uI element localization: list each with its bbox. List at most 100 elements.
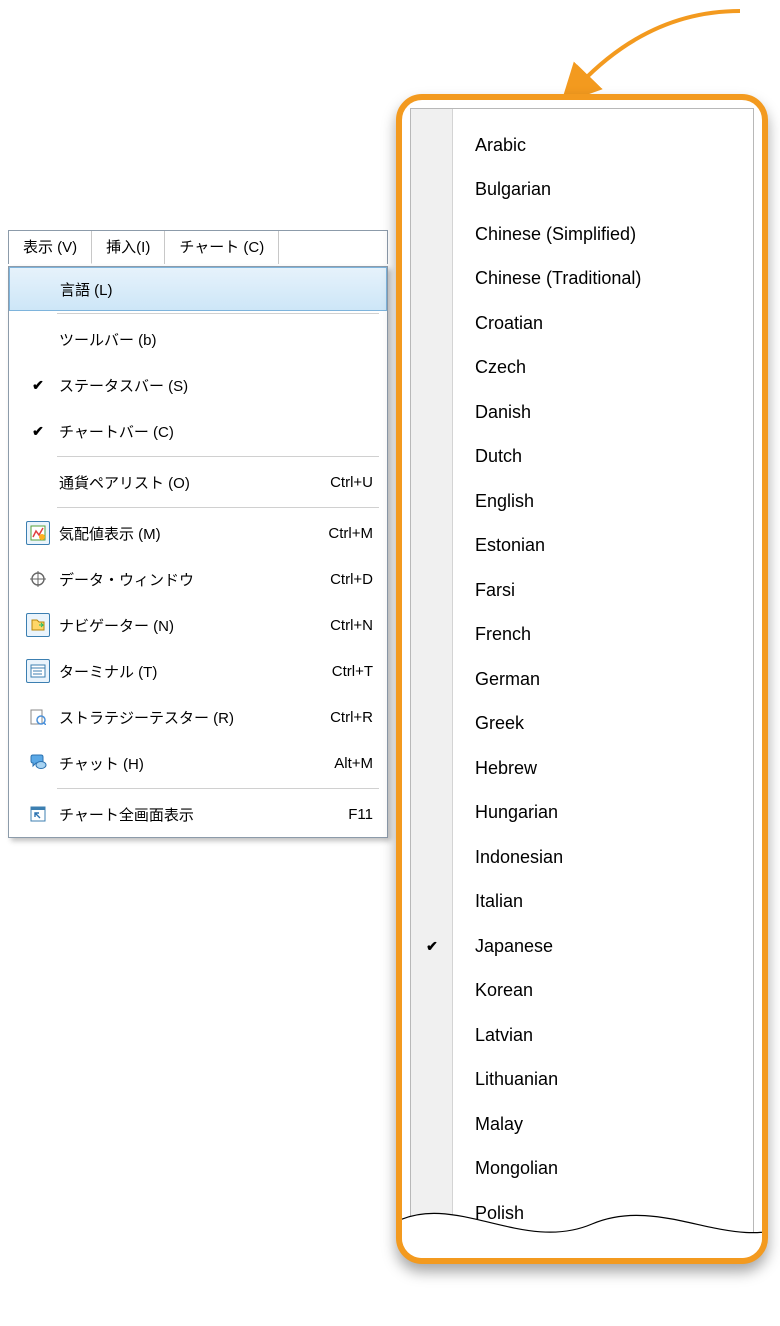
menu-item-label: チャット (H) <box>55 753 334 774</box>
language-name: French <box>453 624 531 645</box>
language-item[interactable]: Lithuanian <box>411 1058 753 1103</box>
language-item[interactable]: German <box>411 657 753 702</box>
language-item[interactable]: Indonesian <box>411 835 753 880</box>
language-item[interactable]: English <box>411 479 753 524</box>
menu-item[interactable]: 言語 (L) <box>9 267 387 311</box>
language-name: Arabic <box>453 135 526 156</box>
language-item[interactable]: Chinese (Simplified) <box>411 212 753 257</box>
language-item[interactable]: French <box>411 613 753 658</box>
menu-item[interactable]: ターミナル (T)Ctrl+T <box>9 648 387 694</box>
menu-tab-view[interactable]: 表示 (V) <box>9 231 92 264</box>
language-item[interactable]: Korean <box>411 969 753 1014</box>
menu-tab-chart[interactable]: チャート (C) <box>165 231 279 264</box>
menu-item[interactable]: ✔ステータスバー (S) <box>9 362 387 408</box>
language-name: Farsi <box>453 580 515 601</box>
language-name: Korean <box>453 980 533 1001</box>
menu-separator <box>57 788 379 789</box>
menu-item[interactable]: 気配値表示 (M)Ctrl+M <box>9 510 387 556</box>
language-item[interactable]: ✔Japanese <box>411 924 753 969</box>
menu-item-label: 気配値表示 (M) <box>55 523 328 544</box>
menu-tab-insert[interactable]: 挿入(I) <box>92 231 165 264</box>
menu-item-shortcut: Ctrl+T <box>332 663 375 680</box>
menu-item-label: データ・ウィンドウ <box>55 569 330 590</box>
menu-item-shortcut: Ctrl+N <box>330 617 375 634</box>
menu-item-shortcut: Ctrl+D <box>330 571 375 588</box>
menu-item[interactable]: データ・ウィンドウCtrl+D <box>9 556 387 602</box>
check-icon: ✔ <box>21 377 55 394</box>
menu-separator <box>57 456 379 457</box>
language-item[interactable]: Bulgarian <box>411 168 753 213</box>
language-item[interactable]: Danish <box>411 390 753 435</box>
language-name: Estonian <box>453 535 545 556</box>
menu-item-label: ナビゲーター (N) <box>55 615 330 636</box>
language-name: Czech <box>453 357 526 378</box>
language-name: Chinese (Traditional) <box>453 268 641 289</box>
menu-item-shortcut: Ctrl+R <box>330 709 375 726</box>
language-name: Indonesian <box>453 847 563 868</box>
language-item[interactable]: Latvian <box>411 1013 753 1058</box>
menu-item-shortcut: Ctrl+U <box>330 474 375 491</box>
language-item[interactable]: Malay <box>411 1102 753 1147</box>
menu-item[interactable]: ストラテジーテスター (R)Ctrl+R <box>9 694 387 740</box>
menu-item[interactable]: ✔チャートバー (C) <box>9 408 387 454</box>
language-item[interactable]: Greek <box>411 702 753 747</box>
language-name: German <box>453 669 540 690</box>
language-item[interactable]: Croatian <box>411 301 753 346</box>
language-name: Lithuanian <box>453 1069 558 1090</box>
terminal-icon <box>21 659 55 683</box>
menu-item[interactable]: 通貨ペアリスト (O)Ctrl+U <box>9 459 387 505</box>
menu-item-label: ストラテジーテスター (R) <box>55 707 330 728</box>
menu-item-shortcut: Ctrl+M <box>328 525 375 542</box>
view-menu-dropdown: 言語 (L)ツールバー (b)✔ステータスバー (S)✔チャートバー (C)通貨… <box>8 266 388 838</box>
menu-item-shortcut: Alt+M <box>334 755 375 772</box>
language-item[interactable]: Mongolian <box>411 1147 753 1192</box>
language-item[interactable]: Polish <box>411 1191 753 1236</box>
language-name: English <box>453 491 534 512</box>
menu-item-label: チャート全画面表示 <box>55 804 348 825</box>
language-name: Dutch <box>453 446 522 467</box>
language-name: Mongolian <box>453 1158 558 1179</box>
menu-item-label: ターミナル (T) <box>55 661 332 682</box>
menu-item-label: ステータスバー (S) <box>55 375 373 396</box>
strategy-tester-icon <box>21 705 55 729</box>
navigator-icon <box>21 613 55 637</box>
language-name: Croatian <box>453 313 543 334</box>
menu-item-label: 通貨ペアリスト (O) <box>55 472 330 493</box>
market-watch-icon <box>21 521 55 545</box>
language-item[interactable]: Farsi <box>411 568 753 613</box>
fullscreen-icon <box>21 802 55 826</box>
menu-item[interactable]: ツールバー (b) <box>9 316 387 362</box>
language-item[interactable]: Italian <box>411 880 753 925</box>
language-item[interactable]: Hebrew <box>411 746 753 791</box>
menu-item-label: ツールバー (b) <box>55 329 373 350</box>
language-name: Bulgarian <box>453 179 551 200</box>
language-name: Italian <box>453 891 523 912</box>
language-name: Chinese (Simplified) <box>453 224 636 245</box>
callout-arrow-icon <box>540 6 750 101</box>
language-item[interactable]: Dutch <box>411 435 753 480</box>
menu-item[interactable]: ナビゲーター (N)Ctrl+N <box>9 602 387 648</box>
language-item[interactable]: Czech <box>411 346 753 391</box>
menu-item-label: 言語 (L) <box>56 279 372 300</box>
menu-separator <box>57 507 379 508</box>
language-submenu: Arabic Bulgarian Chinese (Simplified) Chine… <box>396 94 768 1264</box>
language-item[interactable]: Estonian <box>411 524 753 569</box>
menu-item[interactable]: チャット (H)Alt+M <box>9 740 387 786</box>
language-name: Polish <box>453 1203 524 1224</box>
language-name: Greek <box>453 713 524 734</box>
menu-item-label: チャートバー (C) <box>55 421 373 442</box>
check-icon: ✔ <box>411 938 453 955</box>
language-item[interactable]: Hungarian <box>411 791 753 836</box>
menu-separator <box>57 313 379 314</box>
language-name: Malay <box>453 1114 523 1135</box>
language-name: Latvian <box>453 1025 533 1046</box>
menu-item[interactable]: チャート全画面表示F11 <box>9 791 387 837</box>
language-name: Danish <box>453 402 531 423</box>
crosshair-icon <box>21 567 55 591</box>
menu-item-shortcut: F11 <box>348 806 375 823</box>
menu-bar: 表示 (V) 挿入(I) チャート (C) <box>8 230 388 264</box>
chat-icon <box>21 751 55 775</box>
language-name: Japanese <box>453 936 553 957</box>
language-item[interactable]: Chinese (Traditional) <box>411 257 753 302</box>
language-item[interactable]: Arabic <box>411 123 753 168</box>
